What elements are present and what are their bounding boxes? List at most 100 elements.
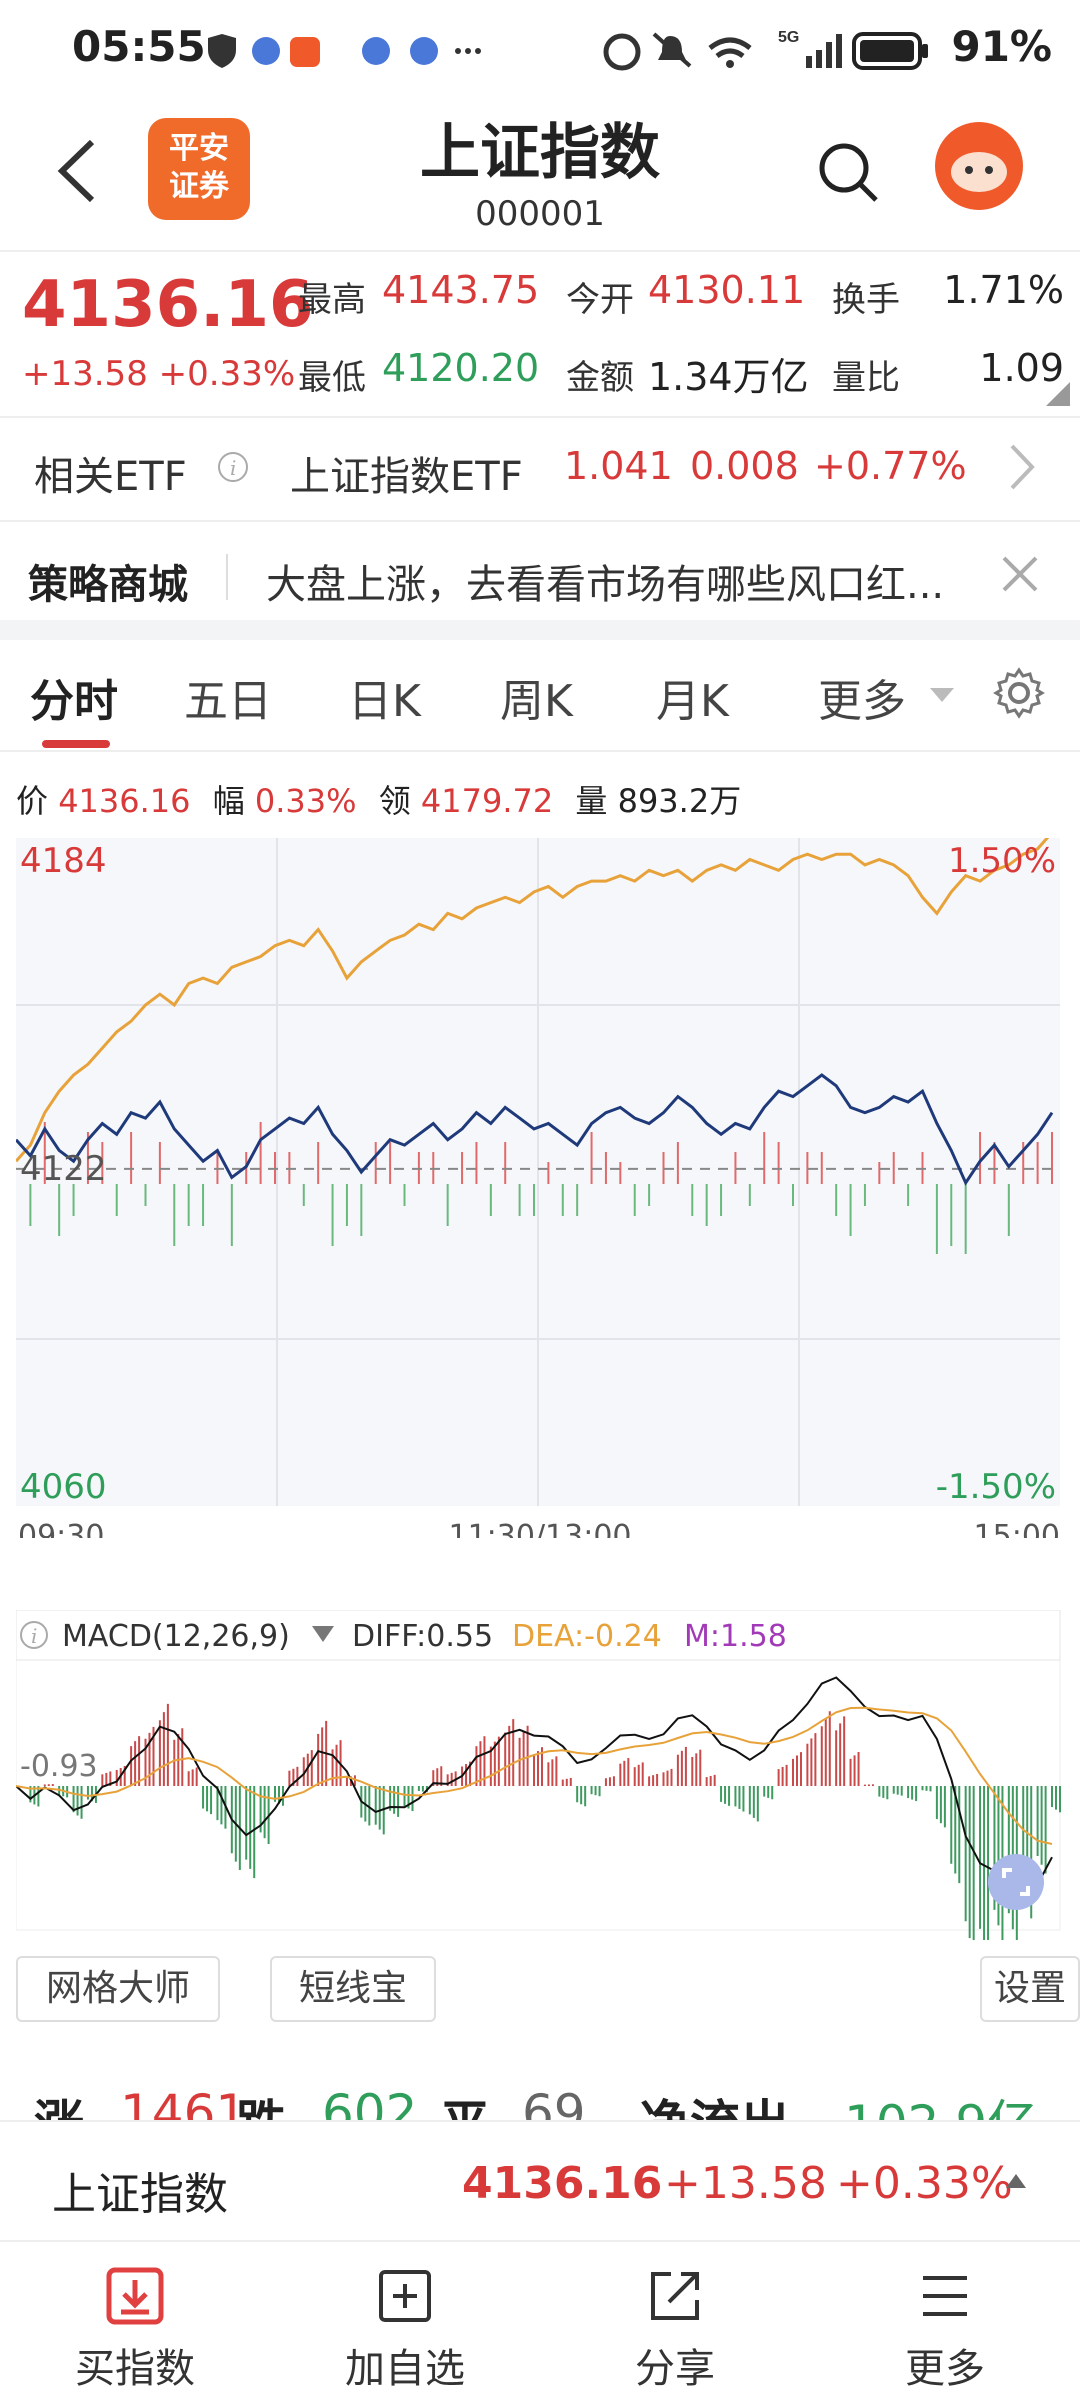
info-amp-label: 幅 (212, 782, 245, 820)
vol-ratio-label: 量比 (832, 358, 900, 398)
page-title: 上证指数 (420, 118, 660, 188)
last-price: 4136.16 (22, 268, 314, 342)
change-percent: +0.33% (158, 354, 296, 394)
tab-more[interactable]: 更多 (818, 665, 906, 729)
status-bar: 05:55 5G 91% (0, 0, 1080, 100)
collapse-arrow-icon[interactable] (1004, 2172, 1028, 2190)
etf-change: 0.008 (690, 444, 799, 488)
logo-text-bottom: 证券 (169, 169, 229, 204)
assistant-avatar[interactable] (935, 122, 1023, 210)
fullscreen-icon[interactable] (986, 1852, 1046, 1912)
strategy-label: 策略商城 (28, 562, 188, 608)
svg-text:i: i (230, 456, 236, 480)
tab-monthly-k[interactable]: 月K (656, 665, 729, 729)
mascot-icon (951, 152, 1007, 192)
intraday-chart[interactable]: 4184 4122 4060 1.50% -1.50% 09:30 11:30/… (16, 838, 1064, 1538)
strategy-separator (226, 554, 228, 600)
info-lead-label: 领 (378, 782, 411, 820)
high-label: 最高 (298, 280, 366, 320)
breadth-flow-label: 净流出 (640, 2084, 790, 2120)
info-vol-label: 量 (575, 782, 608, 820)
breadth-flat: 69 (522, 2084, 586, 2120)
tab-intraday[interactable]: 分时 (30, 665, 118, 729)
breadth-flat-label: 平 (440, 2084, 490, 2120)
turnover-value: 1.71% (943, 268, 1064, 312)
tabs-divider (0, 750, 1080, 752)
back-icon[interactable] (52, 136, 102, 206)
battery-percent: 91% (951, 22, 1052, 71)
high-value: 4143.75 (382, 268, 540, 312)
tab-daily-k[interactable]: 日K (348, 665, 421, 729)
add-square-icon (379, 2270, 431, 2322)
sticky-price: 4136.16 (462, 2158, 663, 2209)
header-divider (0, 250, 1080, 252)
nav-share-label: 分享 (635, 2346, 715, 2392)
open-value: 4130.11 (648, 268, 806, 312)
macd-chart[interactable]: i MACD(12,26,9) DIFF:0.55 DEA:-0.24 M:1.… (16, 1610, 1064, 1940)
etf-name: 上证指数ETF (290, 454, 523, 500)
strategy-text: 大盘上涨，去看看市场有哪些风口红... (266, 562, 945, 608)
low-label: 最低 (298, 358, 366, 398)
x-label-open: 09:30 (18, 1519, 104, 1538)
more-notifications-icon (362, 37, 481, 65)
pct-tick-top: 1.50% (948, 841, 1056, 881)
breadth-down-label: 跌 (236, 2084, 286, 2120)
sticky-change: +13.58 (664, 2158, 827, 2209)
y-tick-top: 4184 (20, 841, 107, 881)
status-time: 05:55 (72, 22, 206, 71)
broker-logo[interactable]: 平安 证券 (148, 118, 250, 220)
etf-change-percent: +0.77% (814, 444, 967, 488)
nav-buy-index[interactable]: 买指数 (0, 2242, 270, 2402)
info-amp: 0.33% (254, 782, 357, 820)
etf-price: 1.041 (564, 444, 673, 488)
search-icon[interactable] (816, 140, 880, 204)
tab-weekly-k[interactable]: 周K (500, 665, 573, 729)
breadth-flow: -102.9亿 (826, 2084, 1037, 2120)
macd-label[interactable]: MACD(12,26,9) (62, 1619, 290, 1654)
sticky-name: 上证指数 (52, 2169, 228, 2220)
pct-tick-bottom: -1.50% (936, 1467, 1056, 1507)
grid-master-button[interactable]: 网格大师 (16, 1956, 220, 2022)
tab-five-day[interactable]: 五日 (184, 665, 272, 729)
nav-share[interactable]: 分享 (540, 2242, 810, 2402)
dropdown-arrow-icon[interactable] (928, 684, 956, 704)
macd-m: M:1.58 (684, 1619, 787, 1654)
nav-more-label: 更多 (905, 2346, 985, 2392)
expand-corner-icon[interactable] (1046, 382, 1070, 406)
y-tick-bottom: 4060 (20, 1467, 107, 1507)
related-etf-row[interactable]: 相关ETF i 上证指数ETF 1.041 0.008 +0.77% (0, 418, 1080, 528)
bottom-nav: 买指数 加自选 分享 更多 (0, 2240, 1080, 2402)
breadth-up-label: 涨 (34, 2084, 84, 2120)
turnover-label: 换手 (832, 280, 900, 320)
breadth-down: 602 (322, 2084, 418, 2120)
info-vol: 893.2万 (617, 782, 742, 820)
strategy-banner[interactable]: 策略商城 大盘上涨，去看看市场有哪些风口红... (0, 532, 1080, 622)
amount-value: 1.34万亿 (648, 355, 809, 399)
amount-label: 金额 (566, 358, 634, 398)
gear-icon[interactable] (992, 666, 1046, 720)
short-line-button[interactable]: 短线宝 (270, 1956, 436, 2022)
sticky-change-percent: +0.33% (836, 2158, 1013, 2209)
chevron-right-icon[interactable] (1006, 442, 1036, 492)
chart-info-row: 价 4136.16 幅 0.33% 领 4179.72 量 893.2万 (16, 776, 741, 822)
nav-buy-index-label: 买指数 (75, 2346, 195, 2392)
change-value: +13.58 (22, 354, 148, 394)
active-tab-indicator (42, 740, 110, 748)
info-icon[interactable]: i (216, 450, 250, 484)
download-icon (106, 2267, 164, 2325)
notification-icons (208, 34, 320, 68)
section-gap (0, 620, 1080, 640)
nav-add-watchlist-label: 加自选 (345, 2346, 465, 2392)
battery-icon (852, 32, 928, 70)
info-price-label: 价 (16, 782, 49, 820)
open-label: 今开 (566, 280, 634, 320)
low-value: 4120.20 (382, 346, 540, 390)
sticky-quote-bar[interactable]: 上证指数 4136.16 +13.58 +0.33% (0, 2120, 1080, 2242)
settings-button[interactable]: 设置 (980, 1956, 1080, 2022)
nav-add-watchlist[interactable]: 加自选 (270, 2242, 540, 2402)
macd-info-glyph: i (31, 1624, 37, 1648)
logo-text-top: 平安 (169, 131, 229, 166)
info-lead: 4179.72 (420, 782, 554, 820)
nav-more[interactable]: 更多 (810, 2242, 1080, 2402)
close-icon[interactable] (1000, 554, 1040, 594)
